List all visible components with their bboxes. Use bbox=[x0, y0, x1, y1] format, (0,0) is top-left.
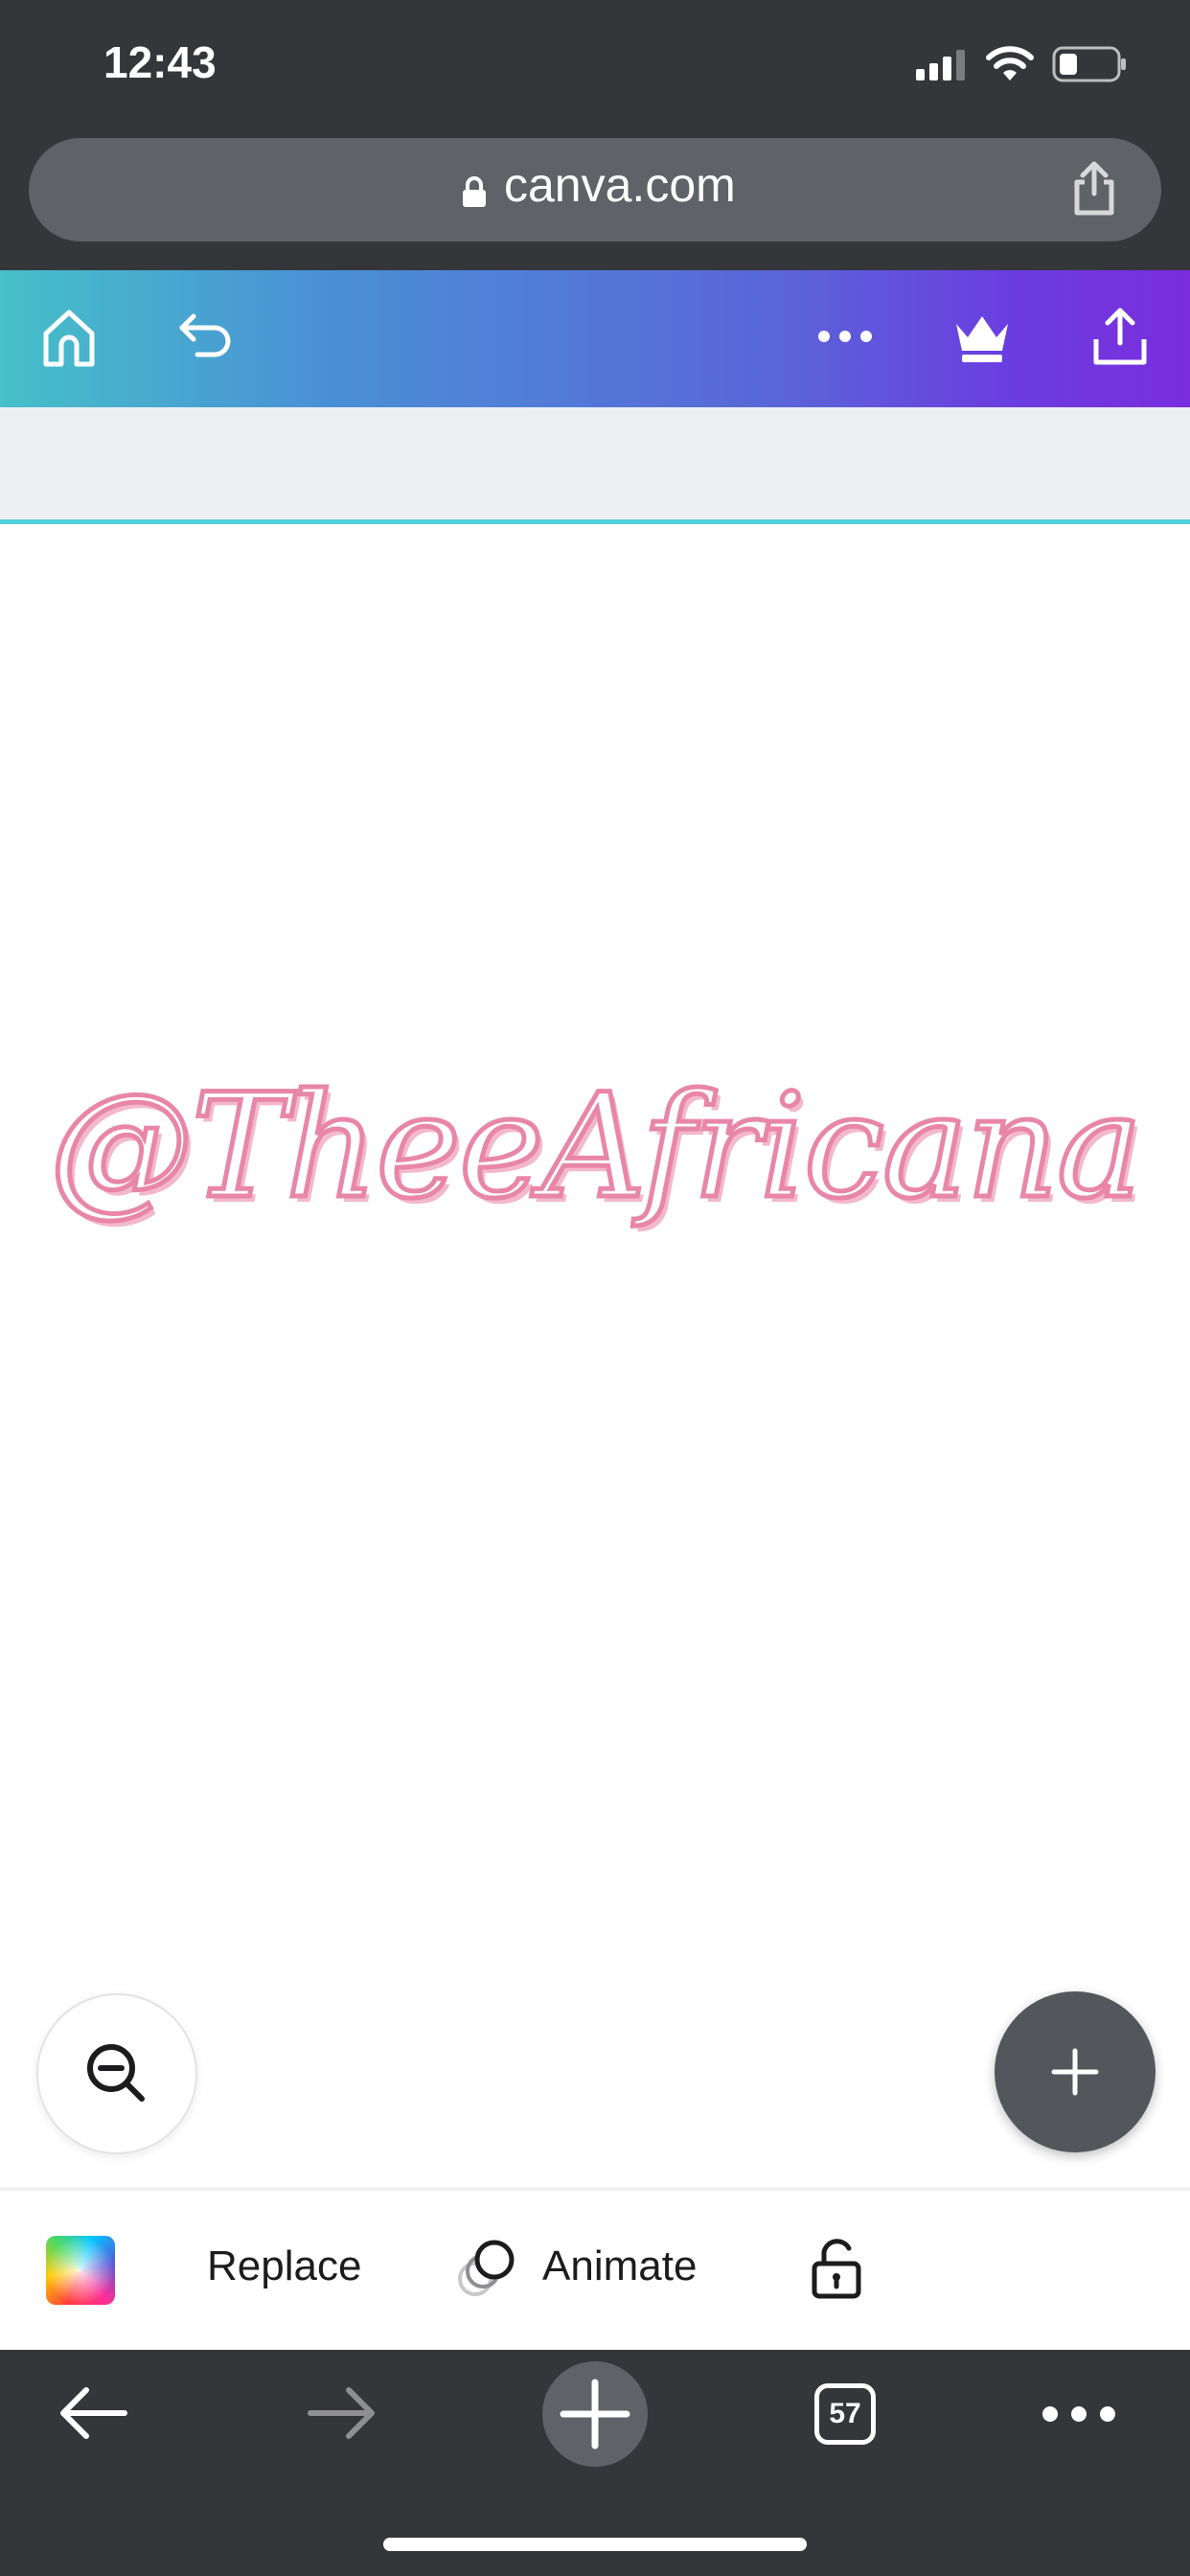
cellular-signal-icon bbox=[916, 48, 968, 85]
zoom-out-button[interactable] bbox=[36, 1993, 197, 2154]
crown-icon[interactable] bbox=[950, 305, 1014, 373]
lock-icon bbox=[461, 176, 488, 214]
browser-share-icon[interactable] bbox=[1069, 159, 1119, 221]
design-text[interactable]: @TheeAfricana bbox=[0, 1062, 1190, 1233]
add-element-button[interactable] bbox=[995, 1991, 1156, 2152]
page-header-strip bbox=[0, 407, 1190, 519]
design-canvas[interactable] bbox=[0, 524, 1190, 2186]
new-tab-button[interactable] bbox=[542, 2361, 648, 2467]
home-indicator bbox=[383, 2538, 807, 2551]
back-arrow-icon[interactable] bbox=[54, 2373, 134, 2458]
more-options-icon[interactable] bbox=[816, 322, 874, 356]
color-swatch[interactable] bbox=[46, 2236, 115, 2305]
home-icon[interactable] bbox=[38, 305, 100, 377]
forward-arrow-icon[interactable] bbox=[301, 2373, 381, 2458]
animate-button[interactable]: Animate bbox=[542, 2242, 697, 2290]
replace-button[interactable]: Replace bbox=[207, 2242, 361, 2290]
more-icon[interactable] bbox=[1041, 2400, 1117, 2433]
status-time: 12:43 bbox=[103, 37, 217, 87]
battery-icon bbox=[1052, 46, 1129, 87]
animate-icon[interactable] bbox=[454, 2235, 521, 2307]
wifi-icon bbox=[985, 44, 1035, 87]
tabs-button[interactable]: 57 bbox=[814, 2383, 876, 2445]
share-icon[interactable] bbox=[1088, 305, 1152, 373]
url-text[interactable]: canva.com bbox=[504, 157, 736, 213]
undo-icon[interactable] bbox=[176, 305, 240, 373]
lock-icon[interactable] bbox=[809, 2235, 866, 2307]
